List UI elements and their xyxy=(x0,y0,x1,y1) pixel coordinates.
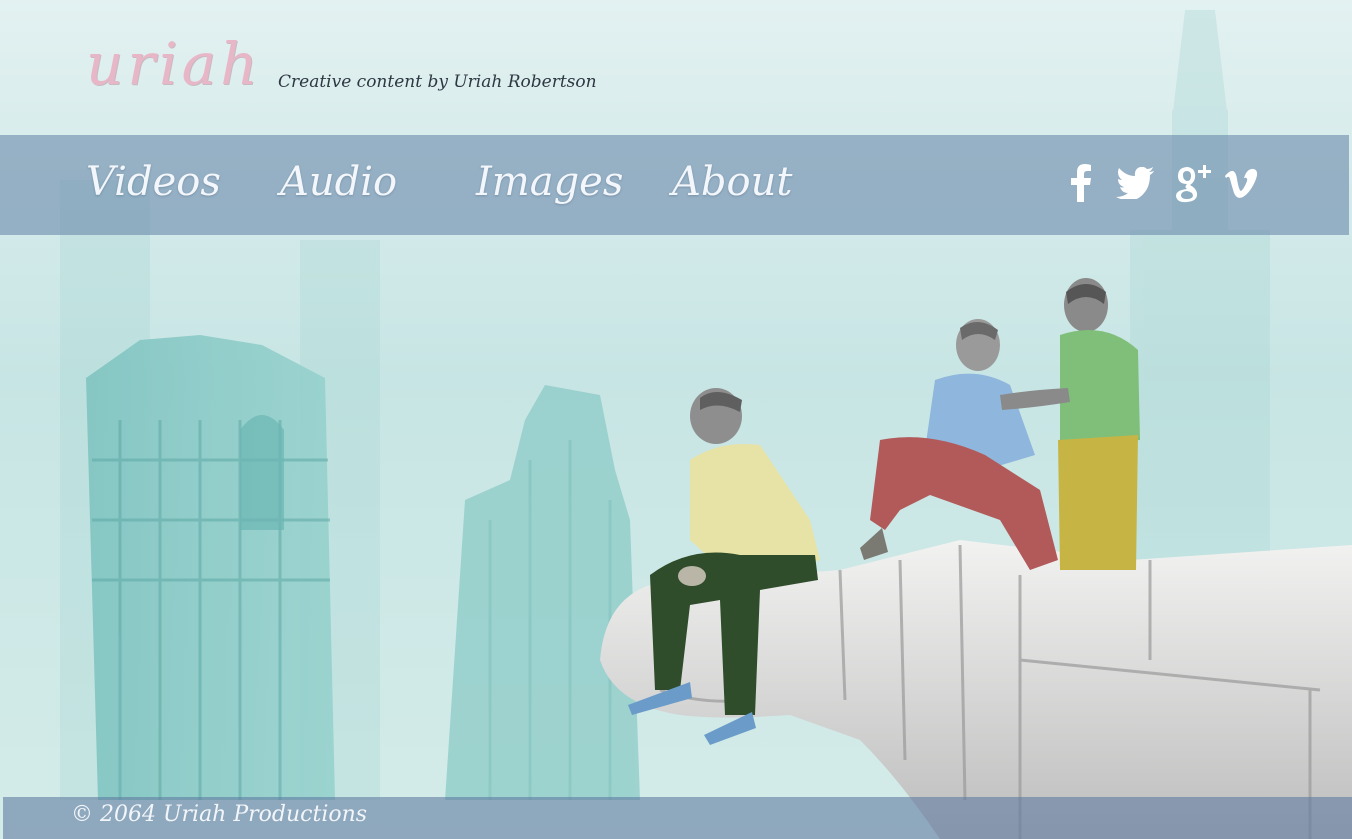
main-navigation-bar: Videos Audio Images About xyxy=(0,135,1349,235)
left-skyscraper xyxy=(86,335,335,800)
twitter-icon[interactable] xyxy=(1116,163,1154,203)
site-header: uriah Creative content by Uriah Robertso… xyxy=(0,0,1352,135)
vimeo-icon[interactable] xyxy=(1224,163,1258,203)
facebook-icon[interactable] xyxy=(1068,163,1094,203)
site-footer: © 2064 Uriah Productions xyxy=(3,797,1352,839)
google-plus-icon[interactable] xyxy=(1174,163,1212,203)
copyright-text: © 2064 Uriah Productions xyxy=(71,802,368,827)
site-logo[interactable]: uriah xyxy=(86,30,262,98)
site-tagline: Creative content by Uriah Robertson xyxy=(278,72,597,92)
nav-link-images[interactable]: Images xyxy=(476,159,623,205)
nav-link-videos[interactable]: Videos xyxy=(86,159,221,205)
nav-link-about[interactable]: About xyxy=(672,159,792,205)
nav-link-audio[interactable]: Audio xyxy=(280,159,397,205)
